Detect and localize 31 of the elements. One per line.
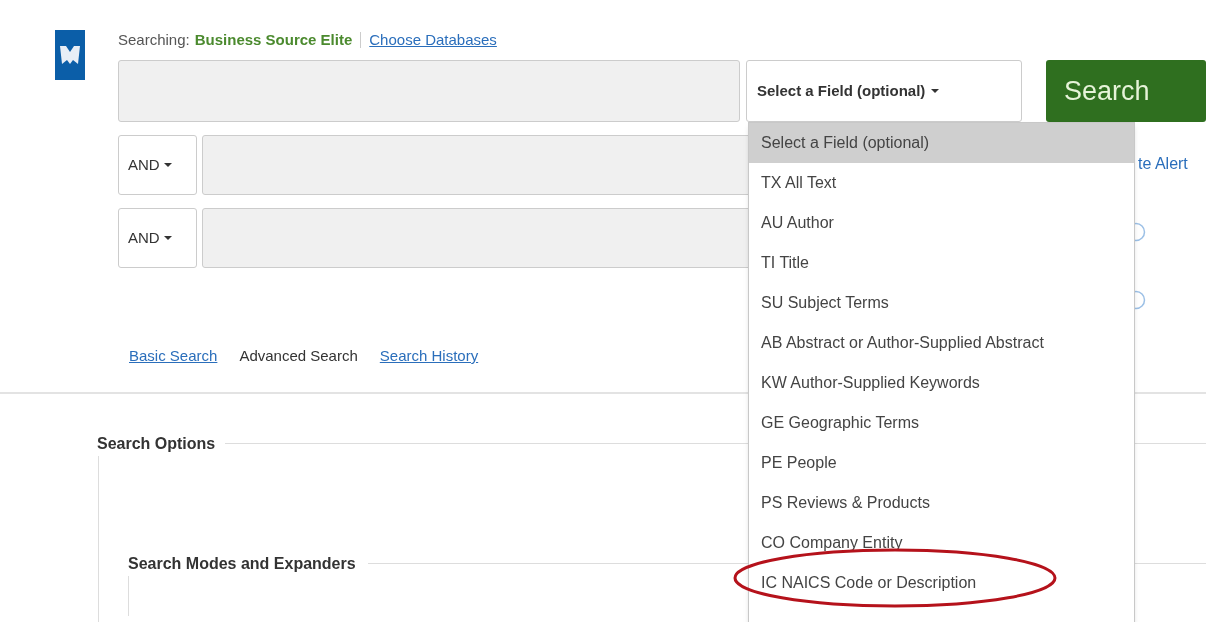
caret-icon — [163, 236, 172, 240]
section-title: Search Options — [97, 433, 217, 454]
caret-icon — [931, 89, 940, 93]
choose-databases-link[interactable]: Choose Databases — [369, 28, 497, 52]
search-button[interactable]: Search — [1046, 60, 1206, 122]
menu-option[interactable]: PS Reviews & Products — [749, 483, 1134, 523]
search-input-field[interactable] — [118, 60, 740, 122]
searching-label: Searching: — [118, 29, 190, 50]
menu-option[interactable]: CO Company Entity — [749, 523, 1134, 563]
nav-link[interactable]: Search History — [379, 345, 479, 368]
operator-dropdown[interactable]: AND — [118, 208, 197, 268]
logo[interactable] — [55, 30, 85, 80]
menu-option[interactable]: Select a Field (optional) — [749, 123, 1134, 163]
caret-icon — [163, 163, 172, 167]
menu-option[interactable]: TI Title — [749, 243, 1134, 283]
logo-icon — [58, 44, 82, 66]
operator-dropdown[interactable]: AND — [118, 135, 197, 195]
field-select-dropdown[interactable]: Select a Field (optional) — [746, 60, 1022, 122]
current-page-label[interactable]: Advanced Search — [239, 345, 358, 368]
nav-link[interactable]: Basic Search — [129, 345, 218, 368]
create-alert-link[interactable]: te Alert — [1138, 152, 1188, 176]
menu-option[interactable]: AB Abstract or Author-Supplied Abstract — [749, 323, 1134, 363]
menu-option[interactable]: PE People — [749, 443, 1134, 483]
menu-option[interactable]: TX All Text — [749, 163, 1134, 203]
database-name: Business Source Elite — [194, 29, 353, 50]
section-title: Search Modes and Expanders — [128, 553, 357, 574]
menu-option[interactable]: SU Subject Terms — [749, 283, 1134, 323]
menu-option[interactable]: IC NAICS Code or Description — [749, 563, 1134, 603]
menu-option[interactable]: GE Geographic Terms — [749, 403, 1134, 443]
menu-option[interactable]: KW Author-Supplied Keywords — [749, 363, 1134, 403]
menu-option[interactable]: AU Author — [749, 203, 1134, 243]
